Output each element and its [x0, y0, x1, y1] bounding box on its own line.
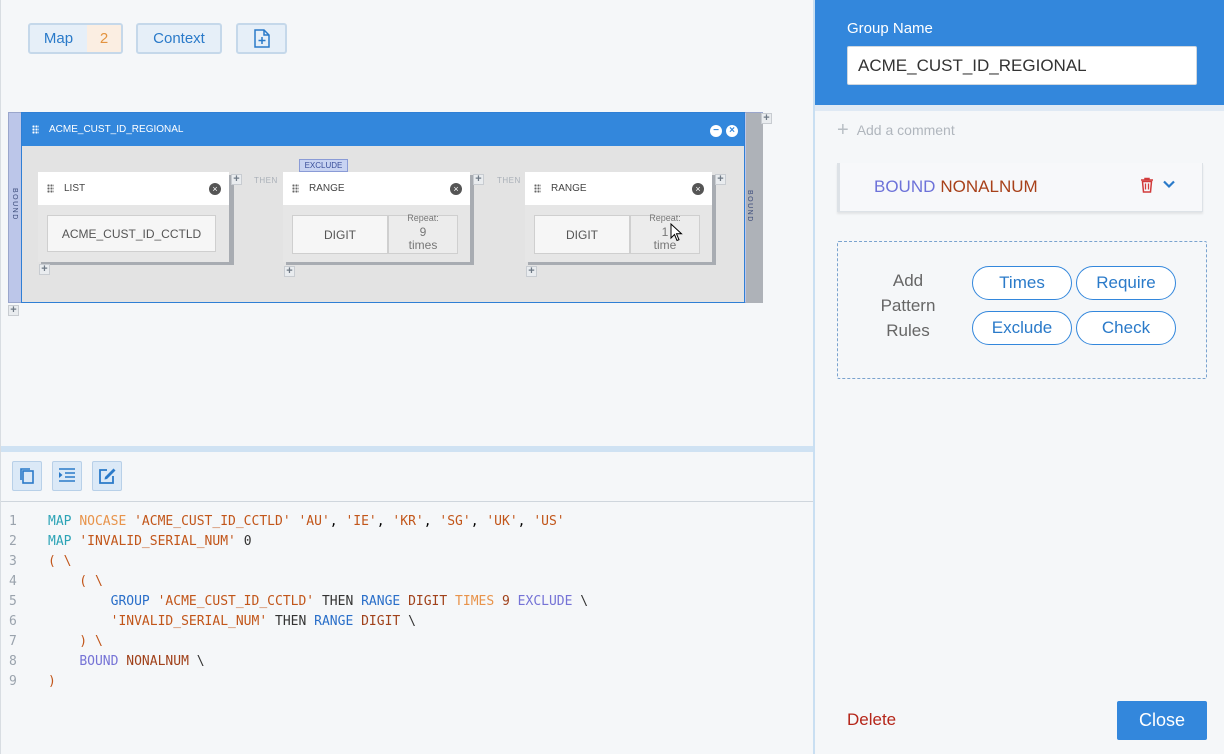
bound-keyword: BOUND: [874, 177, 936, 196]
add-pattern-rules-label: Add Pattern Rules: [880, 271, 936, 340]
close-icon[interactable]: ×: [726, 125, 738, 137]
bound-rule-card[interactable]: BOUND NONALNUM: [837, 163, 1203, 212]
times-button[interactable]: Times: [972, 266, 1072, 300]
edit-button[interactable]: [92, 461, 122, 491]
then-connector: THEN: [254, 176, 278, 185]
range-node-header[interactable]: RANGE ×: [283, 172, 470, 205]
add-after-node-icon[interactable]: +: [231, 174, 242, 185]
group-header[interactable]: ACME_CUST_ID_REGIONAL − ×: [22, 113, 744, 146]
close-button[interactable]: Close: [1117, 701, 1207, 740]
require-button[interactable]: Require: [1076, 266, 1176, 300]
indent-icon: [59, 468, 75, 482]
range-node[interactable]: RANGE × DIGIT Repeat: 1 time: [525, 172, 712, 262]
add-comment-label: Add a comment: [856, 122, 955, 138]
properties-panel: Group Name + Add a comment BOUND NONALNU…: [813, 0, 1224, 754]
code-line: 5 GROUP 'ACME_CUST_ID_CCTLD' THEN RANGE …: [9, 594, 589, 609]
repeat-field[interactable]: Repeat: 9 times: [388, 213, 458, 254]
copy-icon: [20, 468, 34, 484]
add-after-node-icon[interactable]: +: [473, 174, 484, 185]
repeat-label: Repeat:: [649, 213, 681, 223]
edit-icon: [98, 468, 115, 484]
delete-button[interactable]: Delete: [847, 710, 896, 730]
range-value[interactable]: DIGIT: [292, 215, 388, 254]
range-node[interactable]: RANGE × DIGIT Repeat: 9 times: [283, 172, 470, 262]
code-line: 1 MAP NOCASE 'ACME_CUST_ID_CCTLD' 'AU', '…: [9, 514, 565, 529]
exclude-button[interactable]: Exclude: [972, 311, 1072, 345]
code-line: 3( \: [9, 554, 72, 569]
group-name-label: Group Name: [847, 20, 933, 37]
add-below-node-icon[interactable]: +: [284, 266, 295, 277]
drag-handle-icon[interactable]: [32, 125, 39, 134]
add-below-node-icon[interactable]: +: [39, 264, 50, 275]
remove-node-icon[interactable]: ×: [209, 183, 221, 195]
pattern-canvas: Map 2 Context BOUND BOUND + + ACME_CUST_…: [0, 0, 814, 754]
collapse-icon[interactable]: −: [710, 125, 722, 137]
repeat-unit: time: [653, 238, 677, 252]
remove-node-icon[interactable]: ×: [692, 183, 704, 195]
code-editor[interactable]: 1 MAP NOCASE 'ACME_CUST_ID_CCTLD' 'AU', '…: [1, 501, 814, 754]
node-type-label: RANGE: [551, 183, 587, 194]
then-connector: THEN: [497, 176, 521, 185]
panel-header: Group Name: [815, 0, 1224, 105]
drag-handle-icon[interactable]: [292, 184, 299, 193]
add-after-node-icon[interactable]: +: [715, 174, 726, 185]
bound-right-label: BOUND: [746, 190, 753, 223]
pane-divider[interactable]: [1, 446, 814, 452]
drag-handle-icon[interactable]: [47, 184, 54, 193]
list-value[interactable]: ACME_CUST_ID_CCTLD: [47, 215, 216, 252]
remove-node-icon[interactable]: ×: [450, 183, 462, 195]
context-button[interactable]: Context: [136, 23, 222, 54]
add-below-node-icon[interactable]: +: [526, 266, 537, 277]
code-line: 9): [9, 674, 56, 689]
exclude-tag: EXCLUDE: [299, 159, 348, 172]
code-line: 8 BOUND NONALNUM \: [9, 654, 205, 669]
code-line: 2 MAP 'INVALID_SERIAL_NUM' 0: [9, 534, 252, 549]
add-document-button[interactable]: [236, 23, 287, 54]
pattern-rules-box: Add Pattern Rules Times Require Exclude …: [837, 241, 1207, 379]
range-value[interactable]: DIGIT: [534, 215, 630, 254]
node-type-label: LIST: [64, 183, 86, 194]
format-button[interactable]: [52, 461, 82, 491]
add-after-bound-icon[interactable]: +: [761, 113, 772, 124]
header-stripe: [815, 105, 1224, 111]
bound-value: NONALNUM: [940, 177, 1038, 196]
check-button[interactable]: Check: [1076, 311, 1176, 345]
map-button[interactable]: Map 2: [28, 23, 123, 54]
chevron-down-icon[interactable]: [1162, 177, 1176, 191]
list-node-header[interactable]: LIST ×: [38, 172, 229, 205]
mouse-cursor-icon: [670, 223, 683, 242]
drag-handle-icon[interactable]: [534, 184, 541, 193]
map-button-label: Map: [43, 30, 74, 47]
range-node-header[interactable]: RANGE ×: [525, 172, 712, 205]
code-line: 6 'INVALID_SERIAL_NUM' THEN RANGE DIGIT …: [9, 614, 416, 629]
node-type-label: RANGE: [309, 183, 345, 194]
code-line: 4 ( \: [9, 574, 103, 589]
group-title: ACME_CUST_ID_REGIONAL: [49, 124, 184, 135]
add-document-icon: [253, 29, 270, 48]
add-below-bound-icon[interactable]: +: [8, 305, 19, 316]
repeat-unit: times: [408, 238, 438, 252]
group-name-input[interactable]: [847, 46, 1197, 85]
copy-button[interactable]: [12, 461, 42, 491]
repeat-label: Repeat:: [407, 213, 439, 223]
repeat-field[interactable]: Repeat: 1 time: [630, 213, 700, 254]
map-count-badge: 2: [87, 25, 121, 52]
bound-left-label: BOUND: [11, 188, 18, 221]
add-comment-button[interactable]: + Add a comment: [837, 119, 955, 141]
list-node[interactable]: LIST × ACME_CUST_ID_CCTLD: [38, 172, 229, 262]
code-line: 7 ) \: [9, 634, 103, 649]
plus-icon: +: [837, 119, 849, 141]
trash-icon[interactable]: [1140, 177, 1154, 193]
